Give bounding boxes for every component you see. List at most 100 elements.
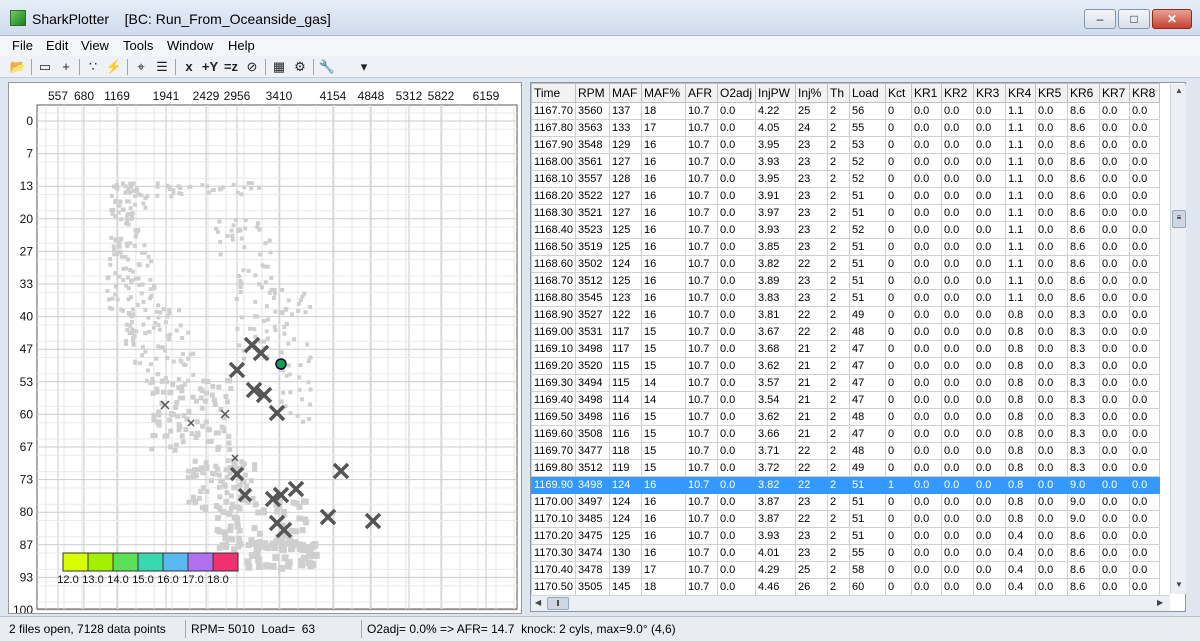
table-row[interactable]: 1169.90 3498 124 16 10.7 0.0 3.82 22 2 51 1 0.0 0.0 0…	[531, 476, 1160, 494]
column-header[interactable]: Inj%	[795, 83, 828, 103]
table-row[interactable]: 1168.80 3545 123 16 10.7 0.0 3.83 23 2 51 0 0.0 0.0 0…	[531, 289, 1160, 307]
table-row[interactable]: 1168.70 3512 125 16 10.7 0.0 3.89 23 2 51 0 0.0 0.0 0…	[531, 272, 1160, 290]
table-row[interactable]: 1168.10 3557 128 16 10.7 0.0 3.95 23 2 52 0 0.0 0.0 0…	[531, 170, 1160, 188]
menu-view[interactable]: View	[81, 38, 109, 53]
plot-canvas[interactable]: 557 680 1169 1941 2429 2956 3410 4154 4848 5312 58…	[9, 83, 521, 613]
column-header[interactable]: RPM	[575, 83, 610, 103]
column-header[interactable]: KR2	[941, 83, 974, 103]
column-header[interactable]: Kct	[885, 83, 912, 103]
minimize-button[interactable]: –	[1084, 9, 1116, 29]
scroll-up-icon[interactable]: ▲	[1175, 86, 1183, 95]
table-row[interactable]: 1167.90 3548 129 16 10.7 0.0 3.95 23 2 53 0 0.0 0.0 0…	[531, 136, 1160, 154]
menu-tools[interactable]: Tools	[123, 38, 153, 53]
horizontal-scrollbar[interactable]: ◀ ‖ ▶	[531, 595, 1170, 611]
menu-file[interactable]: File	[12, 38, 33, 53]
column-header[interactable]: KR5	[1035, 83, 1068, 103]
close-button[interactable]: ✕	[1152, 9, 1192, 29]
maximize-button[interactable]: □	[1118, 9, 1150, 29]
data-point	[209, 392, 215, 398]
vertical-scrollbar[interactable]: ▲ ≡ ▼	[1170, 84, 1186, 594]
column-header[interactable]: O2adj	[717, 83, 756, 103]
rectangle-icon[interactable]: ▭	[35, 58, 55, 76]
table-row[interactable]: 1168.40 3523 125 16 10.7 0.0 3.93 23 2 52 0 0.0 0.0 0…	[531, 221, 1160, 239]
cursor-marker[interactable]	[275, 358, 287, 370]
table-row[interactable]: 1168.20 3522 127 16 10.7 0.0 3.91 23 2 51 0 0.0 0.0 0…	[531, 187, 1160, 205]
column-header[interactable]: Load	[849, 83, 886, 103]
column-header[interactable]: InjPW	[755, 83, 796, 103]
data-point	[126, 286, 131, 291]
y-axis-tick-label: 73	[20, 473, 34, 487]
table-row[interactable]: 1167.80 3563 133 17 10.7 0.0 4.05 24 2 55 0 0.0 0.0 0…	[531, 119, 1160, 137]
table-row[interactable]: 1169.20 3520 115 15 10.7 0.0 3.62 21 2 47 0 0.0 0.0 0…	[531, 357, 1160, 375]
table-cell: 10.7	[685, 357, 718, 375]
table-row[interactable]: 1169.30 3494 115 14 10.7 0.0 3.57 21 2 47 0 0.0 0.0 0…	[531, 374, 1160, 392]
table-cell: 10.7	[685, 187, 718, 205]
lightning-icon[interactable]: ⚡	[104, 58, 124, 76]
column-header[interactable]: Time	[531, 83, 576, 103]
table-row[interactable]: 1168.90 3527 122 16 10.7 0.0 3.81 22 2 49 0 0.0 0.0 0…	[531, 306, 1160, 324]
table-cell: 1.1	[1005, 238, 1036, 256]
table-row[interactable]: 1169.50 3498 116 15 10.7 0.0 3.62 21 2 48 0 0.0 0.0 0…	[531, 408, 1160, 426]
scroll-down-icon[interactable]: ▼	[1175, 580, 1183, 589]
legend-swatch	[212, 552, 239, 572]
table-row[interactable]: 1170.10 3485 124 16 10.7 0.0 3.87 22 2 51 0 0.0 0.0 0…	[531, 510, 1160, 528]
table-cell: 10.7	[685, 221, 718, 239]
scroll-left-icon[interactable]: ◀	[535, 598, 541, 607]
circle-slash-icon[interactable]: ⊘	[242, 58, 262, 76]
column-header[interactable]: KR6	[1067, 83, 1100, 103]
column-header[interactable]: KR8	[1129, 83, 1160, 103]
table-row[interactable]: 1168.30 3521 127 16 10.7 0.0 3.97 23 2 51 0 0.0 0.0 0…	[531, 204, 1160, 222]
table-row[interactable]: 1167.70 3560 137 18 10.7 0.0 4.22 25 2 56 0 0.0 0.0 0…	[531, 102, 1160, 120]
table-row[interactable]: 1170.20 3475 125 16 10.7 0.0 3.93 23 2 51 0 0.0 0.0 0…	[531, 527, 1160, 545]
list-icon[interactable]: ☰	[152, 58, 172, 76]
table-row[interactable]: 1169.60 3508 116 15 10.7 0.0 3.66 21 2 47 0 0.0 0.0 0…	[531, 425, 1160, 443]
table-row[interactable]: 1170.40 3478 139 17 10.7 0.0 4.29 25 2 58 0 0.0 0.0 0…	[531, 561, 1160, 579]
column-header[interactable]: MAF%	[641, 83, 686, 103]
column-header[interactable]: KR1	[911, 83, 942, 103]
table-cell: 1168.10	[531, 170, 576, 188]
table-row[interactable]: 1170.30 3474 130 16 10.7 0.0 4.01 23 2 55 0 0.0 0.0 0…	[531, 544, 1160, 562]
table-row[interactable]: 1168.50 3519 125 16 10.7 0.0 3.85 23 2 51 0 0.0 0.0 0…	[531, 238, 1160, 256]
table-row[interactable]: 1169.70 3477 118 15 10.7 0.0 3.71 22 2 48 0 0.0 0.0 0…	[531, 442, 1160, 460]
table-row[interactable]: 1169.00 3531 117 15 10.7 0.0 3.67 22 2 48 0 0.0 0.0 0…	[531, 323, 1160, 341]
wrench-icon[interactable]: 🔧	[317, 58, 337, 76]
column-header[interactable]: Th	[827, 83, 850, 103]
grid-settings-icon[interactable]: ⚙	[290, 58, 310, 76]
x-axis-icon[interactable]: x	[179, 58, 199, 76]
open-folder-icon[interactable]: 📂	[8, 58, 28, 76]
column-header[interactable]: KR7	[1099, 83, 1130, 103]
z-axis-icon[interactable]: =z	[221, 58, 241, 76]
table-row[interactable]: 1169.10 3498 117 15 10.7 0.0 3.68 21 2 47 0 0.0 0.0 0…	[531, 340, 1160, 358]
scatter-icon[interactable]: ∵	[83, 58, 103, 76]
grid-cross-icon[interactable]: ⌖	[131, 58, 151, 76]
table-cell: 15	[641, 408, 686, 426]
table-row[interactable]: 1170.50 3505 145 18 10.7 0.0 4.46 26 2 60 0 0.0 0.0 0…	[531, 578, 1160, 596]
table-cell: 2	[827, 102, 850, 120]
scroll-right-icon[interactable]: ▶	[1157, 598, 1163, 607]
data-point	[168, 332, 173, 337]
table-icon[interactable]: ▦	[269, 58, 289, 76]
plus-icon[interactable]: +	[56, 58, 76, 76]
table-cell: 114	[609, 391, 642, 409]
menu-window[interactable]: Window	[167, 38, 213, 53]
data-point	[130, 269, 135, 274]
menu-edit[interactable]: Edit	[46, 38, 68, 53]
horizontal-scroll-thumb[interactable]: ‖	[547, 597, 569, 610]
column-header[interactable]: AFR	[685, 83, 718, 103]
menu-help[interactable]: Help	[228, 38, 255, 53]
plot-panel[interactable]: 557 680 1169 1941 2429 2956 3410 4154 4848 5312 58…	[8, 82, 522, 614]
column-header[interactable]: KR3	[973, 83, 1006, 103]
table-cell: 0.0	[941, 561, 974, 579]
y-axis-icon[interactable]: +Y	[200, 58, 220, 76]
table-row[interactable]: 1169.80 3512 119 15 10.7 0.0 3.72 22 2 49 0 0.0 0.0 0…	[531, 459, 1160, 477]
table-row[interactable]: 1169.40 3498 114 14 10.7 0.0 3.54 21 2 47 0 0.0 0.0 0…	[531, 391, 1160, 409]
column-header[interactable]: KR4	[1005, 83, 1036, 103]
dropdown-arrow-icon[interactable]: ▾	[354, 58, 374, 76]
data-point	[118, 250, 123, 254]
vertical-scroll-thumb[interactable]: ≡	[1172, 210, 1186, 228]
table-row[interactable]: 1168.00 3561 127 16 10.7 0.0 3.93 23 2 52 0 0.0 0.0 0…	[531, 153, 1160, 171]
data-point	[117, 203, 122, 208]
column-header[interactable]: MAF	[609, 83, 642, 103]
table-row[interactable]: 1170.00 3497 124 16 10.7 0.0 3.87 23 2 51 0 0.0 0.0 0…	[531, 493, 1160, 511]
table-row[interactable]: 1168.60 3502 124 16 10.7 0.0 3.82 22 2 51 0 0.0 0.0 0…	[531, 255, 1160, 273]
